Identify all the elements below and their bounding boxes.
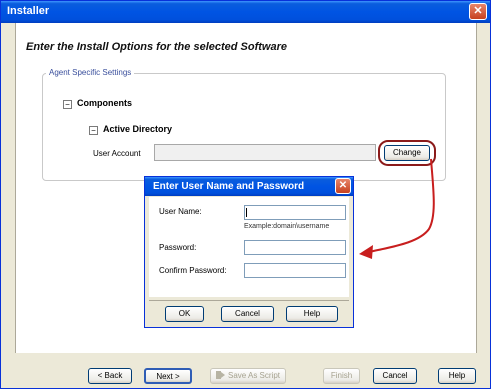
text-caret <box>246 208 247 217</box>
save-as-script-label: Save As Script <box>227 371 281 380</box>
dialog-separator <box>149 300 349 301</box>
username-label: User Name: <box>159 207 202 216</box>
credentials-dialog: Enter User Name and Password ✕ User Name… <box>144 176 354 328</box>
cancel-button[interactable]: Cancel <box>373 368 417 384</box>
next-button[interactable]: Next > <box>144 368 192 384</box>
password-label: Password: <box>159 243 197 252</box>
installer-window: Installer ✕ Enter the Install Options fo… <box>0 0 491 389</box>
help-button[interactable]: Help <box>438 368 476 384</box>
password-input[interactable] <box>244 240 346 255</box>
dialog-help-button[interactable]: Help <box>286 306 338 322</box>
dialog-title-bar[interactable]: Enter User Name and Password ✕ <box>145 177 353 196</box>
username-input[interactable] <box>244 205 346 220</box>
save-as-script-button[interactable]: Save As Script <box>210 368 286 384</box>
dialog-title: Enter User Name and Password <box>153 181 305 192</box>
back-button[interactable]: < Back <box>88 368 132 384</box>
username-hint: Example:domain\username <box>244 223 330 230</box>
dialog-ok-button[interactable]: OK <box>165 306 204 322</box>
confirm-password-input[interactable] <box>244 263 346 278</box>
dialog-cancel-button[interactable]: Cancel <box>221 306 274 322</box>
finish-button[interactable]: Finish <box>323 368 360 384</box>
script-arrow-icon <box>215 370 225 379</box>
confirm-password-label: Confirm Password: <box>159 266 227 275</box>
close-icon[interactable]: ✕ <box>335 178 351 194</box>
